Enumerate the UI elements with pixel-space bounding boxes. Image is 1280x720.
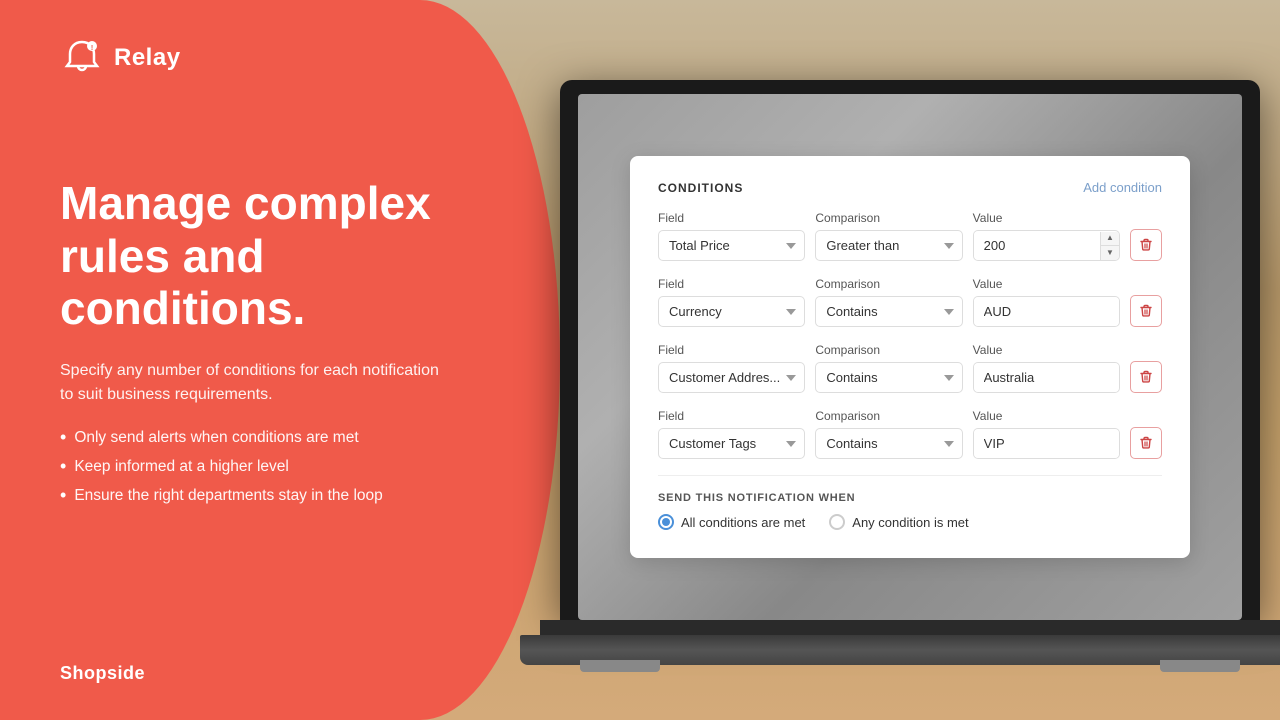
- comparison-group-1: Comparison Greater than: [815, 211, 962, 261]
- field-label-3: Field: [658, 343, 805, 357]
- laptop-foot-left: [580, 660, 660, 672]
- value-group-4: Value: [973, 409, 1120, 459]
- bullet-item-2: Keep informed at a higher level: [60, 456, 500, 477]
- value-group-3: Value: [973, 343, 1120, 393]
- radio-group: All conditions are met Any condition is …: [658, 514, 1162, 530]
- value-input-wrap-4: [973, 428, 1120, 459]
- left-content: Manage complex rules and conditions. Spe…: [60, 80, 500, 663]
- value-input-1[interactable]: [974, 231, 1100, 260]
- radio-label-all: All conditions are met: [681, 515, 805, 530]
- conditions-card: CONDITIONS Add condition Field Total Pri…: [630, 156, 1190, 558]
- send-title: SEND THIS NOTIFICATION WHEN: [658, 492, 1162, 504]
- radio-any-condition[interactable]: Any condition is met: [829, 514, 968, 530]
- comparison-label-1: Comparison: [815, 211, 962, 225]
- logo-area: ! Relay: [60, 36, 500, 80]
- trash-icon-2: [1140, 304, 1152, 318]
- spinner-1: ▲ ▼: [1100, 232, 1119, 260]
- bullet-list: Only send alerts when conditions are met…: [60, 427, 500, 506]
- radio-circle-any: [829, 514, 845, 530]
- delete-btn-1[interactable]: [1130, 229, 1162, 261]
- card-header: CONDITIONS Add condition: [658, 180, 1162, 195]
- relay-logo-icon: !: [60, 36, 104, 80]
- radio-label-any: Any condition is met: [852, 515, 968, 530]
- left-panel: ! Relay Manage complex rules and conditi…: [0, 0, 560, 720]
- value-label-4: Value: [973, 409, 1120, 423]
- laptop-outer: CONDITIONS Add condition Field Total Pri…: [520, 80, 1280, 720]
- comparison-select-3[interactable]: Contains: [815, 362, 962, 393]
- field-select-1[interactable]: Total Price: [658, 230, 805, 261]
- trash-icon-1: [1140, 238, 1152, 252]
- shopside-brand: Shopside: [60, 663, 500, 684]
- conditions-title: CONDITIONS: [658, 181, 743, 195]
- screen-bezel: CONDITIONS Add condition Field Total Pri…: [560, 80, 1260, 620]
- trash-icon-3: [1140, 370, 1152, 384]
- field-group-2: Field Currency: [658, 277, 805, 327]
- delete-btn-4[interactable]: [1130, 427, 1162, 459]
- value-label-3: Value: [973, 343, 1120, 357]
- add-condition-link[interactable]: Add condition: [1083, 180, 1162, 195]
- svg-text:!: !: [91, 45, 93, 52]
- laptop-screen: CONDITIONS Add condition Field Total Pri…: [578, 94, 1242, 620]
- comparison-label-2: Comparison: [815, 277, 962, 291]
- delete-btn-3[interactable]: [1130, 361, 1162, 393]
- screen-bg: CONDITIONS Add condition Field Total Pri…: [578, 94, 1242, 620]
- value-input-2[interactable]: [974, 297, 1119, 326]
- laptop: CONDITIONS Add condition Field Total Pri…: [520, 40, 1280, 720]
- condition-row-1: Field Total Price Comparison Greater tha…: [658, 211, 1162, 261]
- value-group-2: Value: [973, 277, 1120, 327]
- condition-row-2: Field Currency Comparison Contains: [658, 277, 1162, 327]
- field-select-2[interactable]: Currency: [658, 296, 805, 327]
- value-input-4[interactable]: [974, 429, 1119, 458]
- delete-btn-2[interactable]: [1130, 295, 1162, 327]
- field-select-4[interactable]: Customer Tags: [658, 428, 805, 459]
- subtext: Specify any number of conditions for eac…: [60, 359, 440, 407]
- send-section: SEND THIS NOTIFICATION WHEN All conditio…: [658, 475, 1162, 530]
- comparison-label-4: Comparison: [815, 409, 962, 423]
- value-input-wrap-1: ▲ ▼: [973, 230, 1120, 261]
- comparison-group-2: Comparison Contains: [815, 277, 962, 327]
- comparison-group-3: Comparison Contains: [815, 343, 962, 393]
- headline: Manage complex rules and conditions.: [60, 177, 500, 336]
- trash-icon-4: [1140, 436, 1152, 450]
- value-label-2: Value: [973, 277, 1120, 291]
- logo-text: Relay: [114, 44, 181, 72]
- field-select-3[interactable]: Customer Addres...: [658, 362, 805, 393]
- value-input-wrap-2: [973, 296, 1120, 327]
- field-group-4: Field Customer Tags: [658, 409, 805, 459]
- field-group-3: Field Customer Addres...: [658, 343, 805, 393]
- field-group-1: Field Total Price: [658, 211, 805, 261]
- bullet-item-1: Only send alerts when conditions are met: [60, 427, 500, 448]
- value-group-1: Value ▲ ▼: [973, 211, 1120, 261]
- field-label-1: Field: [658, 211, 805, 225]
- comparison-group-4: Comparison Contains: [815, 409, 962, 459]
- laptop-foot-right: [1160, 660, 1240, 672]
- comparison-select-2[interactable]: Contains: [815, 296, 962, 327]
- radio-circle-all: [658, 514, 674, 530]
- comparison-select-1[interactable]: Greater than: [815, 230, 962, 261]
- condition-row-3: Field Customer Addres... Comparison Cont…: [658, 343, 1162, 393]
- condition-row-4: Field Customer Tags Comparison Contains: [658, 409, 1162, 459]
- comparison-select-4[interactable]: Contains: [815, 428, 962, 459]
- radio-all-conditions[interactable]: All conditions are met: [658, 514, 805, 530]
- value-label-1: Value: [973, 211, 1120, 225]
- field-label-4: Field: [658, 409, 805, 423]
- bullet-item-3: Ensure the right departments stay in the…: [60, 485, 500, 506]
- value-input-wrap-3: [973, 362, 1120, 393]
- spinner-up-1[interactable]: ▲: [1101, 232, 1119, 246]
- value-input-3[interactable]: [974, 363, 1119, 392]
- comparison-label-3: Comparison: [815, 343, 962, 357]
- spinner-down-1[interactable]: ▼: [1101, 246, 1119, 260]
- field-label-2: Field: [658, 277, 805, 291]
